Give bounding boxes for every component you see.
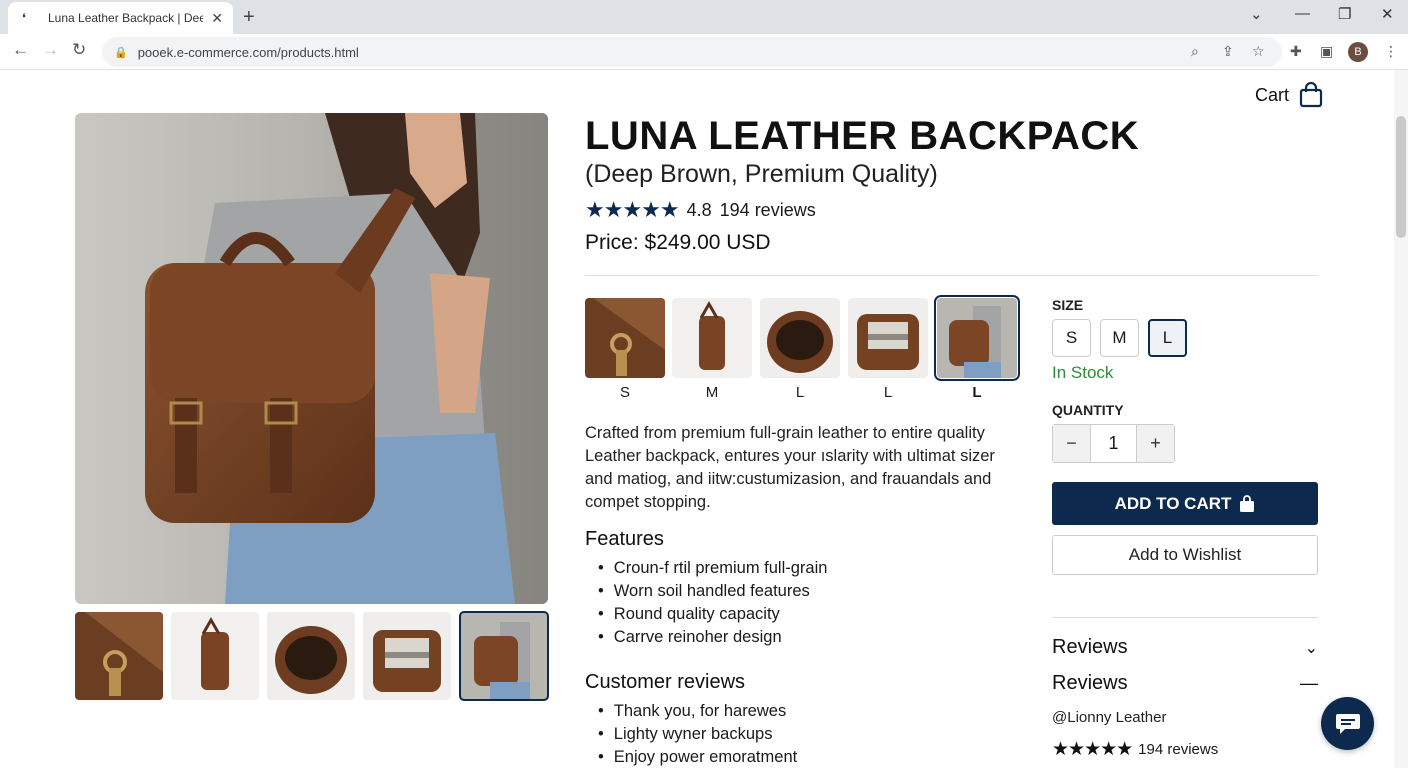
restore-icon[interactable]: ❐ xyxy=(1338,5,1351,23)
gallery-thumb-5[interactable] xyxy=(459,611,549,701)
tab-search-icon[interactable]: ⌄ xyxy=(1250,5,1263,23)
stock-status: In Stock xyxy=(1052,363,1114,382)
browser-menu-icon[interactable]: ⋮ xyxy=(1384,43,1398,60)
reviews-accordion-collapsed[interactable]: Reviews ⌄ xyxy=(1052,636,1318,659)
rating-value: 4.8 xyxy=(686,199,712,220)
extensions-icon[interactable]: ✚ xyxy=(1290,43,1302,60)
quantity-value[interactable]: 1 xyxy=(1090,425,1137,462)
size-option-s[interactable]: S xyxy=(1052,319,1091,357)
review-rating: ★★★★★ 194 reviews xyxy=(1052,738,1218,761)
variant-swatch-5[interactable] xyxy=(934,295,1020,381)
tab-title: Luna Leather Backpack | Deep xyxy=(48,11,204,25)
collapse-minus-icon: — xyxy=(1300,673,1318,693)
size-option-l[interactable]: L xyxy=(1148,319,1187,357)
cart-link[interactable]: Cart xyxy=(1255,82,1323,108)
product-rating[interactable]: ★★★★★ 4.8 194 reviews xyxy=(585,197,816,223)
list-item: Enjoy power emoratment xyxy=(598,746,797,769)
shopping-bag-icon xyxy=(1299,82,1323,108)
decrease-quantity-button[interactable]: − xyxy=(1053,425,1090,462)
new-tab-icon[interactable]: + xyxy=(243,6,255,29)
lock-icon: 🔒 xyxy=(114,46,128,59)
customer-reviews-list: Thank you, for harewes Lighty wyner back… xyxy=(598,700,797,769)
size-label: SIZE xyxy=(1052,297,1084,313)
browser-tabbar: ❛ Luna Leather Backpack | Deep ✕ + ⌄ — ❐… xyxy=(0,0,1408,34)
chat-bubble-icon xyxy=(1335,713,1360,734)
reviews-accordion-expanded[interactable]: Reviews — xyxy=(1052,672,1318,695)
list-item: Worn soil handled features xyxy=(598,580,827,603)
zoom-icon[interactable]: ⌕ xyxy=(1191,43,1199,60)
size-option-m[interactable]: M xyxy=(1100,319,1139,357)
quantity-stepper: − 1 + xyxy=(1052,424,1175,463)
variant-label: L xyxy=(883,384,893,401)
reviews-count: 194 reviews xyxy=(1138,741,1219,758)
address-bar[interactable]: 🔒 pooek.e-commerce.com/products.html xyxy=(102,37,1282,67)
shopping-bag-icon xyxy=(1240,494,1255,512)
rating-stars-icon: ★★★★★ xyxy=(585,197,680,222)
share-icon[interactable]: ⇪ xyxy=(1222,43,1234,60)
variant-swatch-1[interactable] xyxy=(585,298,665,378)
profile-avatar[interactable]: B xyxy=(1348,42,1368,62)
variant-swatch-2[interactable] xyxy=(672,298,752,378)
product-price: Price: $249.00 USD xyxy=(585,231,771,254)
increase-quantity-button[interactable]: + xyxy=(1137,425,1174,462)
browser-tab[interactable]: ❛ Luna Leather Backpack | Deep ✕ xyxy=(8,2,233,34)
gallery-thumb-4[interactable] xyxy=(363,612,451,700)
list-item: Thank you, for harewes xyxy=(598,700,797,723)
list-item: Carrve reinoher design xyxy=(598,626,827,649)
variant-label: M xyxy=(705,384,719,401)
variant-label: S xyxy=(619,384,630,401)
accordion-title: Reviews xyxy=(1052,672,1128,694)
variant-swatch-3[interactable] xyxy=(760,298,840,378)
scrollbar-thumb[interactable] xyxy=(1396,116,1406,238)
add-to-cart-button[interactable]: ADD TO CART xyxy=(1052,482,1318,525)
gallery-thumb-3[interactable] xyxy=(267,612,355,700)
quantity-label: QUANTITY xyxy=(1052,402,1124,418)
divider xyxy=(1052,617,1318,618)
features-list: Croun-f rtil premium full-grain Worn soi… xyxy=(598,557,828,649)
list-item: Croun-f rtil premium full-grain xyxy=(598,557,828,580)
url-text: pooek.e-commerce.com/products.html xyxy=(137,44,359,60)
list-item: Lighty wyner backups xyxy=(598,723,797,746)
bookmark-star-icon[interactable]: ☆ xyxy=(1252,43,1265,60)
accordion-title: Reviews xyxy=(1052,636,1128,658)
divider xyxy=(585,275,1318,276)
forward-icon[interactable]: → xyxy=(42,40,59,60)
browser-toolbar: ← → ↻ 🔒 pooek.e-commerce.com/products.ht… xyxy=(0,34,1408,70)
variant-swatch-4[interactable] xyxy=(848,298,928,378)
chevron-down-icon: ⌄ xyxy=(1304,639,1318,657)
minimize-icon[interactable]: — xyxy=(1295,5,1310,22)
add-to-cart-label: ADD TO CART xyxy=(1114,493,1232,513)
chat-button[interactable] xyxy=(1321,697,1374,750)
page-favicon-icon: ❛ xyxy=(22,11,26,25)
customer-reviews-heading: Customer reviews xyxy=(585,671,746,693)
add-to-wishlist-button[interactable]: Add to Wishlist xyxy=(1052,535,1318,575)
main-product-image xyxy=(75,113,548,604)
features-heading: Features xyxy=(585,528,664,550)
back-icon[interactable]: ← xyxy=(12,40,29,60)
reload-icon[interactable]: ↻ xyxy=(72,40,86,60)
close-tab-icon[interactable]: ✕ xyxy=(211,10,223,27)
close-window-icon[interactable]: ✕ xyxy=(1381,5,1394,23)
variant-label: L xyxy=(795,384,805,401)
reviews-count: 194 reviews xyxy=(719,199,816,220)
side-panel-icon[interactable]: ▣ xyxy=(1320,43,1333,60)
list-item: Round quality capacity xyxy=(598,603,827,626)
product-subtitle: (Deep Brown, Premium Quality) xyxy=(585,160,938,188)
cart-label: Cart xyxy=(1255,84,1290,105)
reviewer-name: @Lionny Leather xyxy=(1052,709,1167,726)
rating-stars-icon: ★★★★★ xyxy=(1052,739,1133,760)
gallery-thumb-1[interactable] xyxy=(75,612,163,700)
variant-label: L xyxy=(972,384,982,401)
gallery-thumb-2[interactable] xyxy=(171,612,259,700)
page-scrollbar[interactable] xyxy=(1394,70,1408,768)
product-description: Crafted from premium full-grain leather … xyxy=(585,424,995,511)
product-title: LUNA LEATHER BACKPACK xyxy=(585,114,1140,158)
